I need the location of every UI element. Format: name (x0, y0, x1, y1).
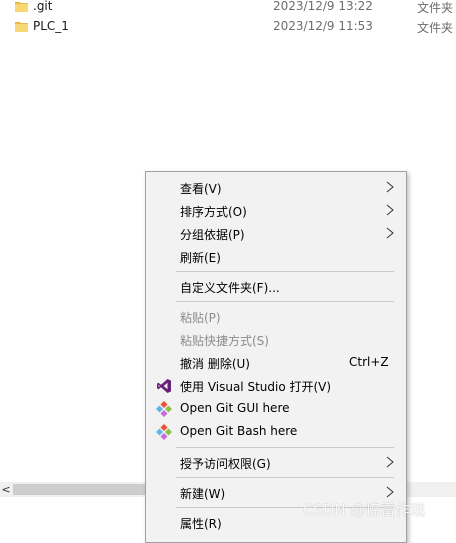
folder-icon (15, 22, 28, 32)
menu-separator (176, 271, 394, 272)
menu-item-label: Open Git Bash here (180, 424, 298, 438)
menu-item-give-access[interactable]: 授予访问权限(G) (146, 451, 406, 474)
menu-item-label: 排序方式(O) (180, 205, 247, 219)
menu-item-label: 使用 Visual Studio 打开(V) (180, 380, 332, 394)
menu-item-refresh[interactable]: 刷新(E) (146, 245, 406, 268)
menu-item-label: 刷新(E) (180, 251, 221, 265)
csdn-watermark: CSDN @惊雷作现 (303, 501, 426, 519)
menu-item-label: 属性(R) (180, 517, 222, 531)
folder-icon (15, 2, 28, 12)
menu-separator (176, 447, 394, 448)
menu-item-shortcut: Ctrl+Z (349, 355, 389, 369)
chevron-right-icon (386, 204, 394, 216)
menu-item-undo-delete[interactable]: 撤消 删除(U) Ctrl+Z (146, 351, 406, 374)
menu-item-open-git-bash[interactable]: Open Git Bash here (146, 420, 406, 443)
git-bash-icon (156, 424, 172, 440)
menu-item-label: 自定义文件夹(F)... (180, 281, 280, 295)
chevron-right-icon (386, 486, 394, 498)
menu-item-customize-folder[interactable]: 自定义文件夹(F)... (146, 275, 406, 298)
menu-item-paste-shortcut: 粘贴快捷方式(S) (146, 328, 406, 351)
menu-item-label: 授予访问权限(G) (180, 457, 271, 471)
chevron-right-icon (386, 456, 394, 468)
menu-item-open-git-gui[interactable]: Open Git GUI here (146, 397, 406, 420)
menu-item-label: Open Git GUI here (180, 401, 290, 415)
file-name: .git (33, 0, 53, 13)
chevron-right-icon (386, 227, 394, 239)
menu-item-group-by[interactable]: 分组依据(P) (146, 222, 406, 245)
file-name: PLC_1 (33, 19, 69, 33)
file-row[interactable]: PLC_1 2023/12/9 11:53 文件夹 (0, 18, 456, 38)
menu-item-label: 新建(W) (180, 487, 226, 501)
menu-item-label: 粘贴快捷方式(S) (180, 334, 269, 348)
file-modified: 2023/12/9 13:22 (273, 0, 373, 13)
scroll-left-arrow[interactable]: < (0, 482, 12, 497)
file-modified: 2023/12/9 11:53 (273, 19, 373, 33)
menu-item-open-visual-studio[interactable]: 使用 Visual Studio 打开(V) (146, 374, 406, 397)
menu-item-sort-by[interactable]: 排序方式(O) (146, 199, 406, 222)
menu-item-paste: 粘贴(P) (146, 305, 406, 328)
menu-item-view[interactable]: 查看(V) (146, 176, 406, 199)
scroll-thumb[interactable] (13, 484, 146, 495)
menu-separator (176, 477, 394, 478)
menu-item-label: 查看(V) (180, 182, 222, 196)
context-menu: 查看(V) 排序方式(O) 分组依据(P) 刷新(E) 自定义文件夹(F)...… (145, 171, 407, 543)
file-row[interactable]: .git 2023/12/9 13:22 文件夹 (0, 0, 456, 18)
menu-item-label: 分组依据(P) (180, 228, 245, 242)
git-gui-icon (156, 401, 172, 417)
menu-separator (176, 301, 394, 302)
visual-studio-icon (157, 379, 171, 393)
file-type: 文件夹 (417, 21, 454, 35)
menu-item-label: 撤消 删除(U) (180, 357, 250, 371)
file-type: 文件夹 (417, 1, 454, 15)
menu-item-label: 粘贴(P) (180, 311, 221, 325)
chevron-right-icon (386, 181, 394, 193)
